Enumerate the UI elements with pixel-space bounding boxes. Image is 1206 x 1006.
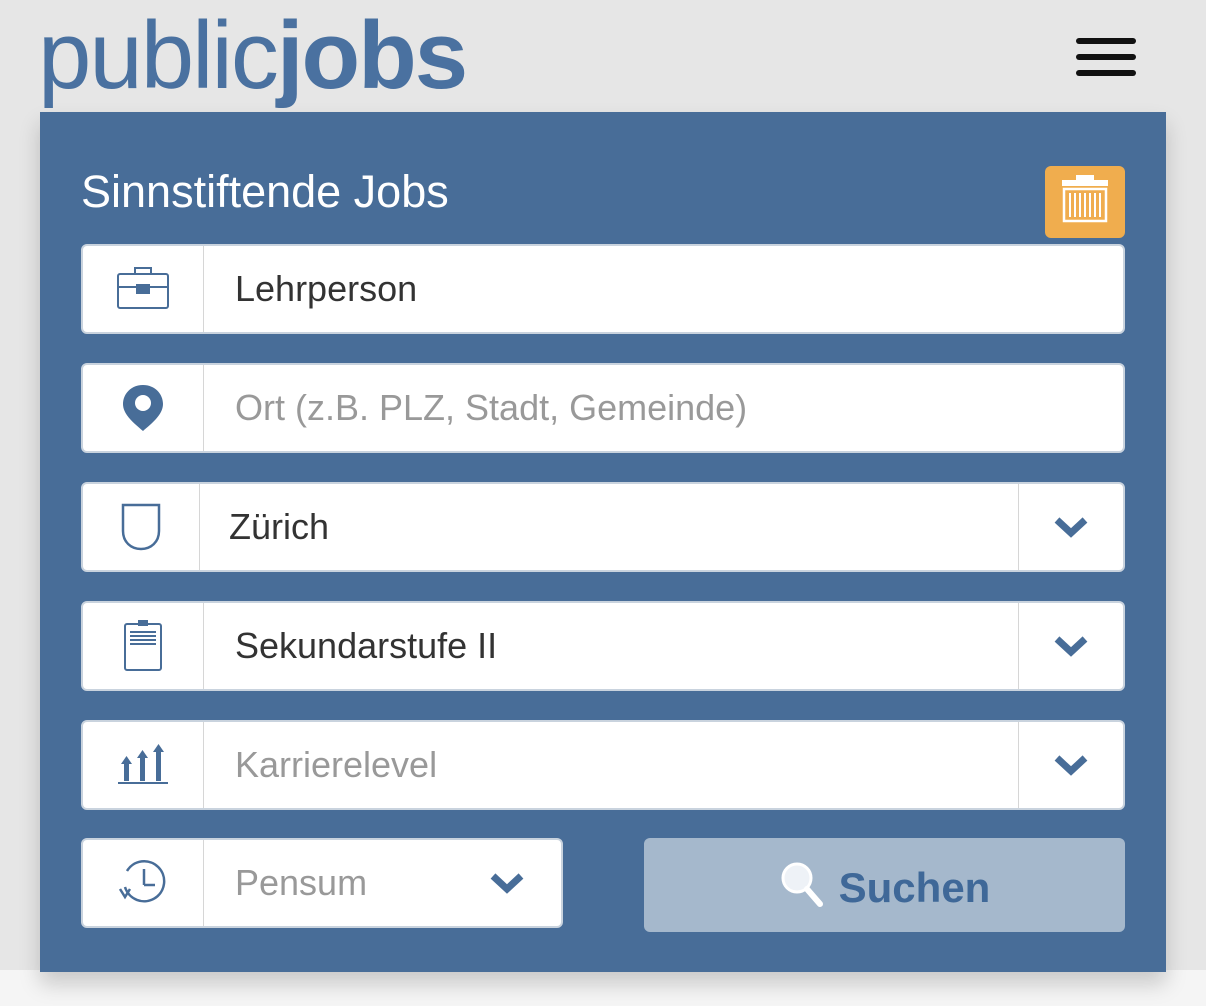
canton-value: Zürich bbox=[229, 506, 330, 547]
pensum-select[interactable]: Pensum bbox=[81, 838, 563, 928]
canton-select[interactable]: Zürich bbox=[81, 482, 1125, 572]
hamburger-menu-icon[interactable] bbox=[1076, 38, 1138, 78]
chevron-down-icon bbox=[1054, 517, 1088, 538]
level-icon-cell bbox=[83, 603, 204, 689]
clock-icon bbox=[118, 860, 166, 903]
pensum-dropdown-toggle[interactable] bbox=[489, 840, 525, 926]
job-title-value: Lehrperson bbox=[235, 268, 418, 309]
search-button-label: Suchen bbox=[838, 864, 991, 911]
growth-arrows-icon bbox=[118, 744, 168, 784]
level-dropdown-toggle[interactable] bbox=[1018, 603, 1123, 689]
career-level-placeholder: Karrierelevel bbox=[235, 744, 438, 785]
clipboard-icon bbox=[124, 620, 162, 671]
chevron-down-icon bbox=[490, 873, 524, 894]
school-level-select[interactable]: Sekundarstufe II bbox=[81, 601, 1125, 691]
publicjobs-logo[interactable]: publicjobs bbox=[38, 2, 468, 112]
logo-text-bold: jobs bbox=[276, 2, 468, 109]
hamburger-line bbox=[1076, 54, 1136, 60]
hamburger-line bbox=[1076, 70, 1136, 76]
career-dropdown-toggle[interactable] bbox=[1018, 722, 1123, 808]
hamburger-line bbox=[1076, 38, 1136, 44]
page-footer-band bbox=[0, 970, 1206, 1006]
location-field[interactable] bbox=[81, 363, 1125, 453]
career-icon-cell bbox=[83, 722, 204, 808]
search-icon bbox=[781, 862, 823, 907]
pensum-placeholder: Pensum bbox=[235, 862, 368, 903]
pensum-icon-cell bbox=[83, 840, 204, 926]
job-title-field[interactable]: Lehrperson bbox=[81, 244, 1125, 334]
career-level-select[interactable]: Karrierelevel bbox=[81, 720, 1125, 810]
search-button[interactable]: Suchen bbox=[644, 838, 1125, 932]
briefcase-icon bbox=[117, 267, 169, 309]
logo-text-light: public bbox=[38, 2, 279, 109]
canton-icon-cell bbox=[83, 484, 200, 570]
clear-search-button[interactable] bbox=[1045, 166, 1125, 238]
panel-title: Sinnstiftende Jobs bbox=[81, 166, 449, 217]
chevron-down-icon bbox=[1054, 755, 1088, 776]
location-pin-icon bbox=[123, 385, 163, 431]
search-panel: Sinnstiftende Jobs Lehrperson Ort (z.B. … bbox=[40, 112, 1166, 972]
canton-dropdown-toggle[interactable] bbox=[1018, 484, 1123, 570]
location-icon-cell bbox=[83, 365, 204, 451]
chevron-down-icon bbox=[1054, 636, 1088, 657]
location-input[interactable] bbox=[203, 365, 1123, 451]
trash-icon bbox=[1062, 175, 1108, 223]
school-level-value: Sekundarstufe II bbox=[235, 625, 498, 666]
job-icon-cell bbox=[83, 246, 204, 332]
shield-icon bbox=[121, 503, 161, 551]
